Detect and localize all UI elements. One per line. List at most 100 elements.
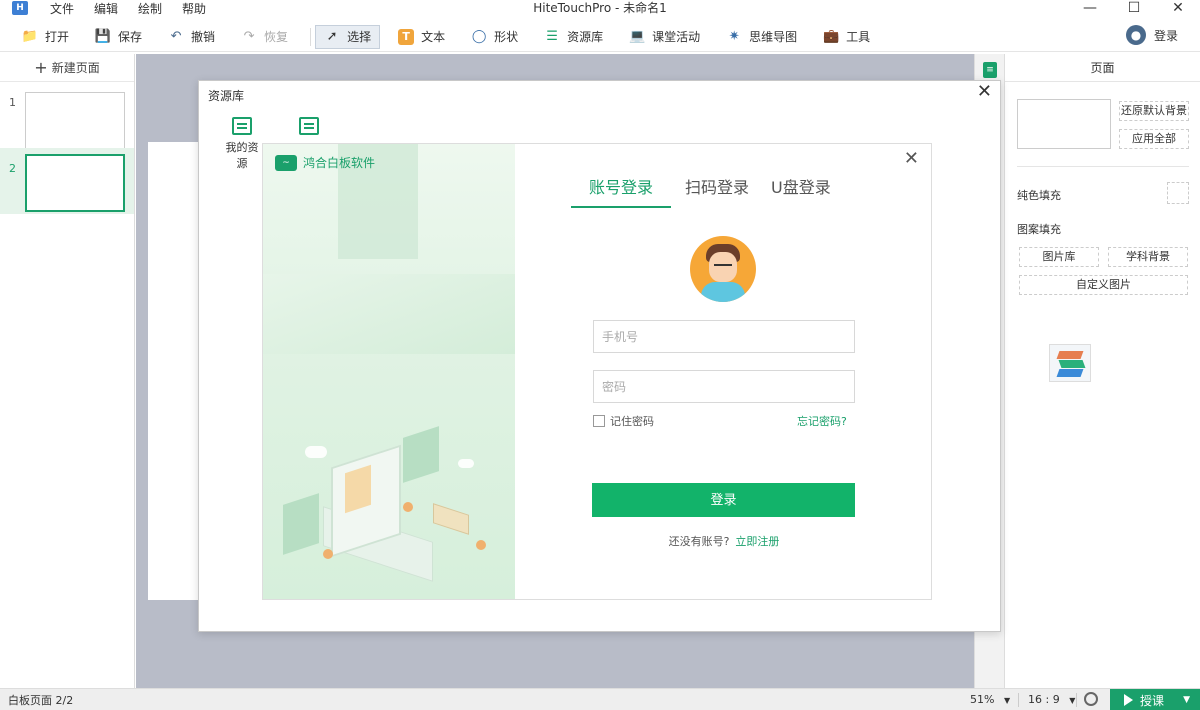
new-page-button[interactable]: + 新建页面 — [0, 54, 134, 82]
activity-button[interactable]: 💻 课堂活动 — [621, 25, 708, 49]
pattern-fill-label: 图案填充 — [1017, 223, 1061, 236]
tab-account-login[interactable]: 账号登录 — [571, 174, 672, 208]
maximize-icon[interactable]: ☐ — [1112, 0, 1156, 16]
user-icon: ● — [1125, 25, 1146, 45]
restore-default-bg-button[interactable]: 还原默认背景 — [1119, 101, 1189, 121]
register-link[interactable]: 立即注册 — [735, 535, 779, 548]
shape-button[interactable]: ◯ 形状 — [463, 25, 526, 49]
close-icon[interactable]: ✕ — [904, 150, 919, 168]
classroom-activity-icon: 💻 — [629, 29, 646, 44]
login-dialog: ~ 鸿合白板软件 ✕ 账号登录 扫码登录 U盘登录 记住密码 忘记密码? 登录 … — [262, 143, 932, 600]
document-illustration — [345, 464, 371, 514]
cloud-resources-tab[interactable] — [295, 117, 323, 139]
divider — [1018, 693, 1019, 707]
panel-title: 页面 — [1005, 54, 1200, 82]
toolbar-divider — [310, 27, 312, 46]
aspect-ratio-select[interactable]: 16 : 9 ▼ — [1028, 693, 1075, 706]
avatar-body — [701, 282, 745, 302]
login-tabs: 账号登录 扫码登录 U盘登录 — [571, 174, 845, 208]
menu-file[interactable]: 文件 — [50, 0, 74, 17]
close-window-icon[interactable]: ✕ — [1156, 0, 1200, 16]
solid-fill-label: 纯色填充 — [1017, 189, 1061, 202]
select-button[interactable]: ➚ 选择 — [315, 24, 381, 49]
redo-button[interactable]: ↷ 恢复 — [233, 25, 296, 49]
shape-icon: ◯ — [471, 29, 487, 44]
zoom-value: 51% — [970, 693, 995, 706]
tools-button[interactable]: 💼 工具 — [815, 25, 878, 49]
undo-label: 撤销 — [191, 30, 216, 44]
minimize-icon[interactable]: — — [1068, 0, 1112, 16]
class-label: 授课 — [1140, 693, 1165, 708]
tab-usb-login[interactable]: U盘登录 — [763, 174, 839, 208]
login-submit-button[interactable]: 登录 — [592, 483, 855, 517]
lightbulb-icon — [403, 502, 413, 512]
undo-icon: ↶ — [170, 29, 182, 44]
title-bar: H 文件 编辑 绘制 帮助 HiteTouchPro - 未命名1 — ☐ ✕ — [0, 0, 1200, 16]
brand-name: 鸿合白板软件 — [303, 156, 376, 170]
resource-library-icon: ☰ — [546, 29, 558, 44]
page-preview — [25, 92, 125, 150]
text-button[interactable]: T 文本 — [390, 25, 453, 49]
page-thumbnail-1[interactable]: 1 — [0, 82, 134, 150]
custom-image-button[interactable]: 自定义图片 — [1019, 275, 1188, 295]
forgot-password-link[interactable]: 忘记密码? — [797, 413, 847, 429]
redo-label: 恢复 — [264, 30, 289, 44]
password-input[interactable] — [593, 370, 855, 403]
divider — [1017, 166, 1189, 167]
brand-logo: ~ 鸿合白板软件 — [275, 154, 375, 171]
mindmap-button[interactable]: ✷ 思维导图 — [718, 25, 805, 49]
refresh-icon[interactable] — [1084, 692, 1098, 706]
subject-background-button[interactable]: 学科背景 — [1108, 247, 1188, 267]
apply-all-button[interactable]: 应用全部 — [1119, 129, 1189, 149]
save-button[interactable]: 💾 保存 — [87, 25, 150, 49]
save-label: 保存 — [118, 30, 143, 44]
menu-bar: 文件 编辑 绘制 帮助 — [50, 0, 226, 17]
resource-label: 资源库 — [567, 30, 604, 44]
chevron-down-icon: ▼ — [1003, 696, 1011, 705]
page-number: 1 — [9, 96, 16, 109]
tools-label: 工具 — [846, 30, 871, 44]
start-class-button[interactable]: 授课 ▼ — [1110, 689, 1200, 710]
play-icon — [1124, 694, 1133, 706]
cursor-arrow-icon: ➚ — [326, 29, 338, 44]
page-info: 白板页面 2/2 — [8, 693, 74, 707]
menu-edit[interactable]: 编辑 — [94, 0, 118, 17]
page-preview — [25, 154, 125, 212]
user-login-button[interactable]: ● 登录 — [1125, 25, 1178, 45]
solid-color-picker[interactable] — [1167, 182, 1189, 204]
chevron-down-icon: ▼ — [1069, 696, 1076, 705]
app-logo-icon: H — [12, 1, 28, 15]
undo-button[interactable]: ↶ 撤销 — [160, 25, 223, 49]
menu-draw[interactable]: 绘制 — [138, 0, 162, 17]
login-illustration: ~ 鸿合白板软件 — [263, 144, 515, 599]
phone-input[interactable] — [593, 320, 855, 353]
menu-help[interactable]: 帮助 — [182, 0, 206, 17]
remember-password-checkbox[interactable]: 记住密码 — [593, 413, 654, 429]
page-list-panel: + 新建页面 1 2 — [0, 54, 135, 688]
activity-label: 课堂活动 — [652, 30, 701, 44]
shape-label: 形状 — [494, 30, 519, 44]
chevron-down-icon[interactable]: ▼ — [1183, 695, 1190, 705]
redo-icon: ↷ — [243, 29, 255, 44]
close-icon[interactable]: ✕ — [977, 83, 992, 101]
page-thumbnail-2[interactable]: 2 — [0, 148, 134, 214]
lightbulb-icon — [476, 540, 486, 550]
background-thumbnail[interactable] — [1049, 344, 1091, 382]
open-button[interactable]: 📁 打开 — [14, 25, 77, 49]
folder-icon: 📁 — [21, 29, 39, 44]
zoom-select[interactable]: 51% ▼ — [970, 693, 1010, 706]
remember-label: 记住密码 — [610, 415, 654, 428]
tab-qr-login[interactable]: 扫码登录 — [677, 174, 757, 208]
thumbnail-stripe — [1056, 369, 1084, 377]
divider — [1076, 693, 1077, 707]
new-page-label: 新建页面 — [51, 61, 100, 75]
no-account-text: 还没有账号? — [668, 535, 730, 548]
avatar — [690, 236, 756, 302]
image-library-button[interactable]: 图片库 — [1019, 247, 1099, 267]
page-properties-icon[interactable]: ≡ — [983, 62, 997, 78]
resource-button[interactable]: ☰ 资源库 — [536, 25, 611, 49]
checkbox-icon — [593, 415, 605, 427]
my-resources-tab[interactable]: 我的资源 — [221, 117, 263, 171]
page-properties-panel: 页面 还原默认背景 应用全部 纯色填充 图案填充 图片库 学科背景 自定义图片 — [1004, 54, 1200, 688]
status-bar: 白板页面 2/2 51% ▼ 16 : 9 ▼ 授课 ▼ — [0, 688, 1200, 710]
